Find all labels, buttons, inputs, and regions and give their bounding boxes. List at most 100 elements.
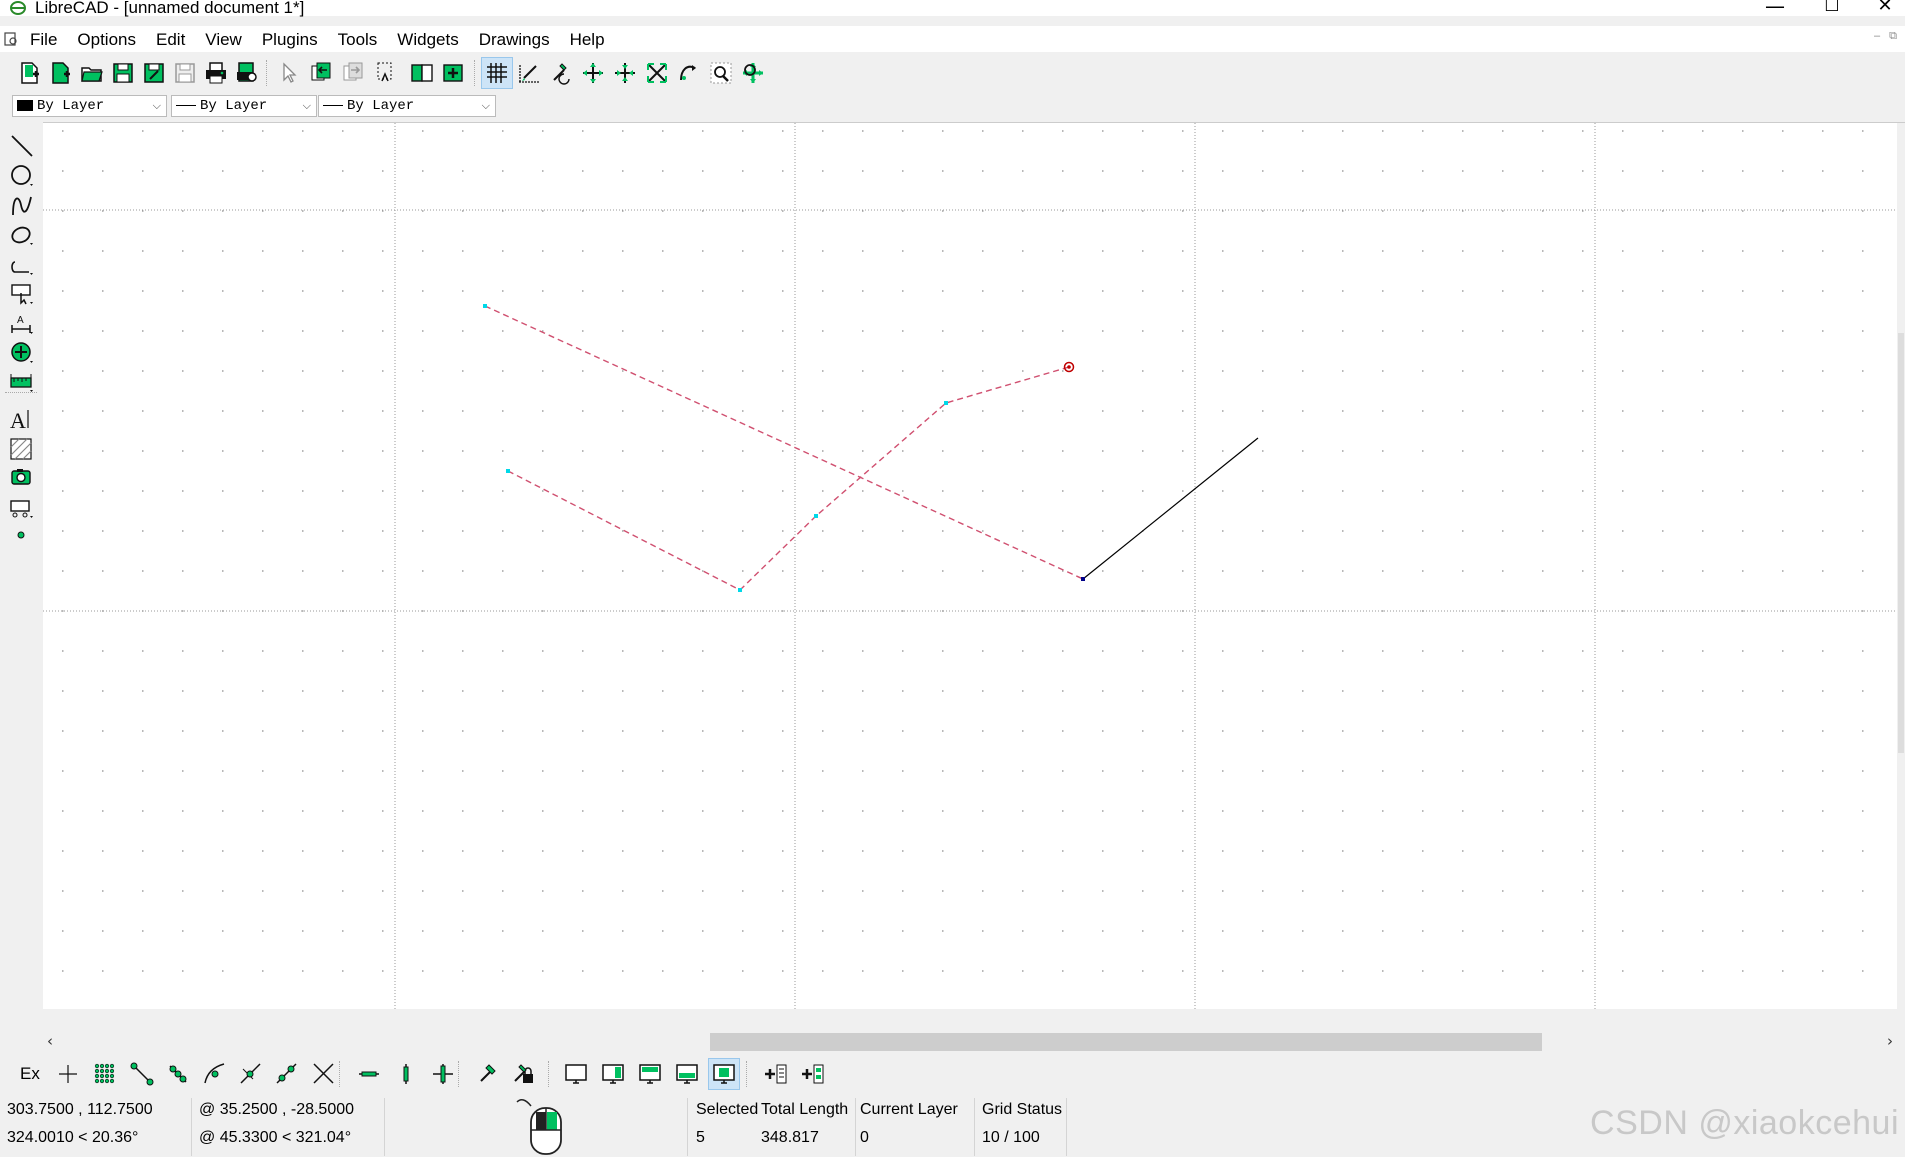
block-tool-icon [10, 500, 33, 518]
menu-view[interactable]: View [195, 29, 252, 51]
view-5-button[interactable] [708, 1058, 740, 1090]
window-title: LibreCAD - [unnamed document 1*] [35, 0, 305, 17]
minimize-button[interactable]: — [1755, 0, 1795, 16]
text-tool-button[interactable]: A [6, 404, 38, 436]
restrict-horizontal-button[interactable] [353, 1058, 385, 1090]
grid-dots[interactable] [62, 130, 1864, 972]
zoom-previous-button[interactable] [673, 57, 705, 89]
snap-intersection-button[interactable] [308, 1058, 340, 1090]
scroll-right-icon[interactable]: › [1887, 1032, 1893, 1050]
snap-center-icon [204, 1063, 225, 1084]
menu-file[interactable]: File [20, 29, 67, 51]
snap-grid-button[interactable] [89, 1058, 121, 1090]
lock-relative-zero-button[interactable] [508, 1058, 540, 1090]
snap-free-button[interactable] [52, 1058, 84, 1090]
drawn-line[interactable] [1082, 437, 1259, 580]
cut-button[interactable] [369, 57, 401, 89]
view-1-button[interactable] [560, 1058, 592, 1090]
pen-toolbar: By Layer ⌵ By Layer ⌵ By Layer ⌵ [0, 92, 1905, 122]
zoom-in-button[interactable] [577, 57, 609, 89]
selected-polyline[interactable] [739, 366, 1070, 591]
maximize-button[interactable]: ☐ [1812, 0, 1852, 16]
print-preview-button[interactable] [231, 57, 263, 89]
new-file-icon [21, 62, 39, 84]
close-button[interactable]: ✕ [1865, 0, 1905, 16]
circle-tool-button[interactable] [6, 160, 38, 192]
modify-tool-icon [11, 342, 33, 363]
view-3-button[interactable] [634, 1058, 666, 1090]
polyline-tool-button[interactable] [6, 249, 38, 281]
document-menu-icon[interactable] [4, 32, 18, 46]
linetype-swatch-icon [323, 104, 343, 106]
grid-button[interactable] [481, 57, 513, 89]
image-tool-button[interactable] [6, 462, 38, 494]
print-button[interactable] [200, 57, 232, 89]
scroll-left-icon[interactable]: ‹ [47, 1032, 53, 1050]
exclusive-snap-label[interactable]: Ex [20, 1064, 40, 1084]
menu-options[interactable]: Options [67, 29, 146, 51]
new-file-button[interactable] [14, 57, 46, 89]
modify-tool-button[interactable] [6, 337, 38, 369]
add-layer-button[interactable] [760, 1058, 792, 1090]
menu-edit[interactable]: Edit [146, 29, 195, 51]
open-file-button[interactable] [76, 57, 108, 89]
horizontal-scroll-thumb[interactable] [710, 1033, 1542, 1051]
view-4-button[interactable] [671, 1058, 703, 1090]
chevron-down-icon: ⌵ [152, 99, 161, 112]
active-endpoint-dot [1067, 365, 1071, 369]
snap-distance-button[interactable] [271, 1058, 303, 1090]
menu-help[interactable]: Help [560, 29, 615, 51]
info-tool-button[interactable] [6, 366, 38, 398]
menu-tools[interactable]: Tools [328, 29, 388, 51]
pen-linetype-combo[interactable]: By Layer ⌵ [318, 95, 496, 117]
point-tool-button[interactable] [6, 520, 38, 552]
view-2-button[interactable] [597, 1058, 629, 1090]
save-as-button[interactable] [138, 57, 170, 89]
selection-handle [506, 469, 510, 473]
redo-button[interactable] [337, 57, 369, 89]
ellipse-tool-button[interactable] [6, 219, 38, 251]
pen-color-combo[interactable]: By Layer ⌵ [12, 95, 167, 117]
pen-linetype-value: By Layer [347, 98, 415, 114]
select-tool-button[interactable] [6, 278, 38, 310]
pen-width-combo[interactable]: By Layer ⌵ [171, 95, 317, 117]
select-pointer-button[interactable] [273, 57, 305, 89]
add-block-button[interactable] [797, 1058, 829, 1090]
draft-mode-button[interactable] [513, 57, 545, 89]
dimension-tool-button[interactable]: A [6, 308, 38, 340]
horizontal-scrollbar[interactable]: ‹ › [43, 1031, 1905, 1053]
drawing-surface[interactable] [43, 123, 1897, 1009]
selected-line[interactable] [484, 305, 1084, 580]
zoom-window-button[interactable] [705, 57, 737, 89]
zoom-out-button[interactable] [609, 57, 641, 89]
save-all-button[interactable] [169, 57, 201, 89]
undo-button[interactable] [305, 57, 337, 89]
copy-button[interactable] [406, 57, 438, 89]
mdi-restore-icon[interactable]: ⧉ [1886, 29, 1900, 43]
snap-endpoint-button[interactable] [126, 1058, 158, 1090]
relative-zero-button[interactable] [472, 1058, 504, 1090]
menu-widgets[interactable]: Widgets [387, 29, 468, 51]
print-preview-icon [237, 62, 257, 82]
vertical-scroll-thumb[interactable] [1898, 333, 1904, 753]
save-button[interactable] [107, 57, 139, 89]
restrict-vertical-button[interactable] [390, 1058, 422, 1090]
zoom-auto-button[interactable] [641, 57, 673, 89]
snap-on-entity-button[interactable] [162, 1058, 194, 1090]
spline-tool-button[interactable] [6, 190, 38, 222]
mdi-minimize-icon[interactable]: – [1870, 29, 1884, 43]
snap-middle-button[interactable] [235, 1058, 267, 1090]
zoom-pan-button[interactable] [737, 57, 769, 89]
vertical-scrollbar[interactable] [1897, 123, 1905, 1009]
drawing-canvas[interactable] [43, 122, 1905, 1009]
undo-icon [311, 62, 331, 81]
menu-plugins[interactable]: Plugins [252, 29, 328, 51]
new-from-template-button[interactable] [45, 57, 77, 89]
toolbar-separator [548, 1061, 549, 1087]
menu-drawings[interactable]: Drawings [469, 29, 560, 51]
snap-center-button[interactable] [199, 1058, 231, 1090]
restrict-ortho-button[interactable] [427, 1058, 459, 1090]
redraw-button[interactable] [545, 57, 577, 89]
line-tool-button[interactable] [6, 130, 38, 162]
paste-button[interactable] [438, 57, 470, 89]
